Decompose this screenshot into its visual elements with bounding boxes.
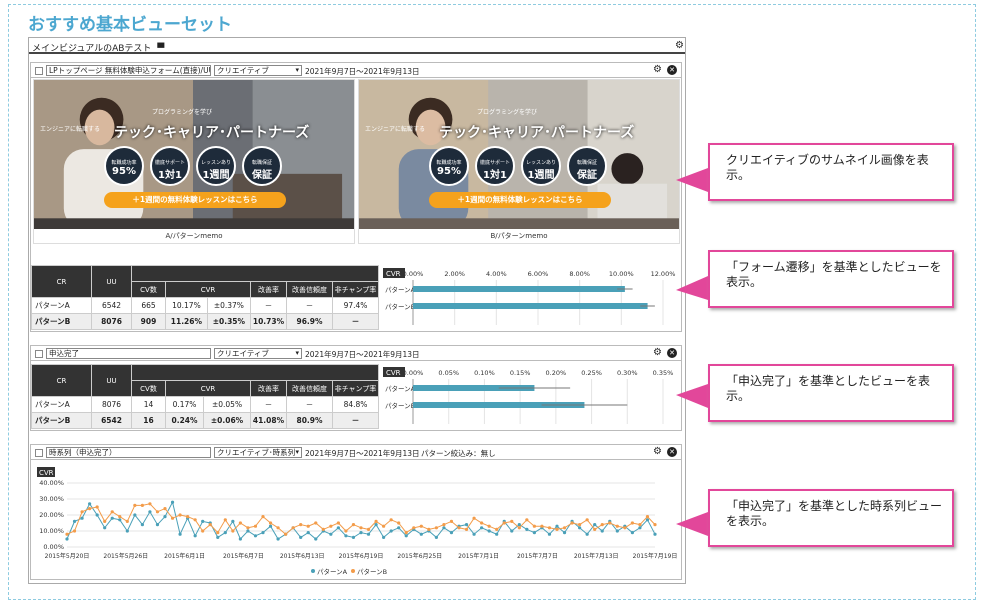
- callout-thumbnail: クリエイティブのサムネイル画像を表示。: [708, 143, 954, 201]
- arrow: [676, 276, 708, 300]
- callout-form-view: 「フォーム遷移」を基準としたビューを表示。: [708, 250, 954, 308]
- callout-complete-view: 「申込完了」を基準としたビューを表示。: [708, 364, 954, 422]
- arrow: [676, 384, 708, 408]
- callout-timeseries-view: 「申込完了」を基準とした時系列ビューを表示。: [708, 489, 954, 547]
- arrow: [676, 512, 708, 536]
- arrow: [676, 168, 708, 192]
